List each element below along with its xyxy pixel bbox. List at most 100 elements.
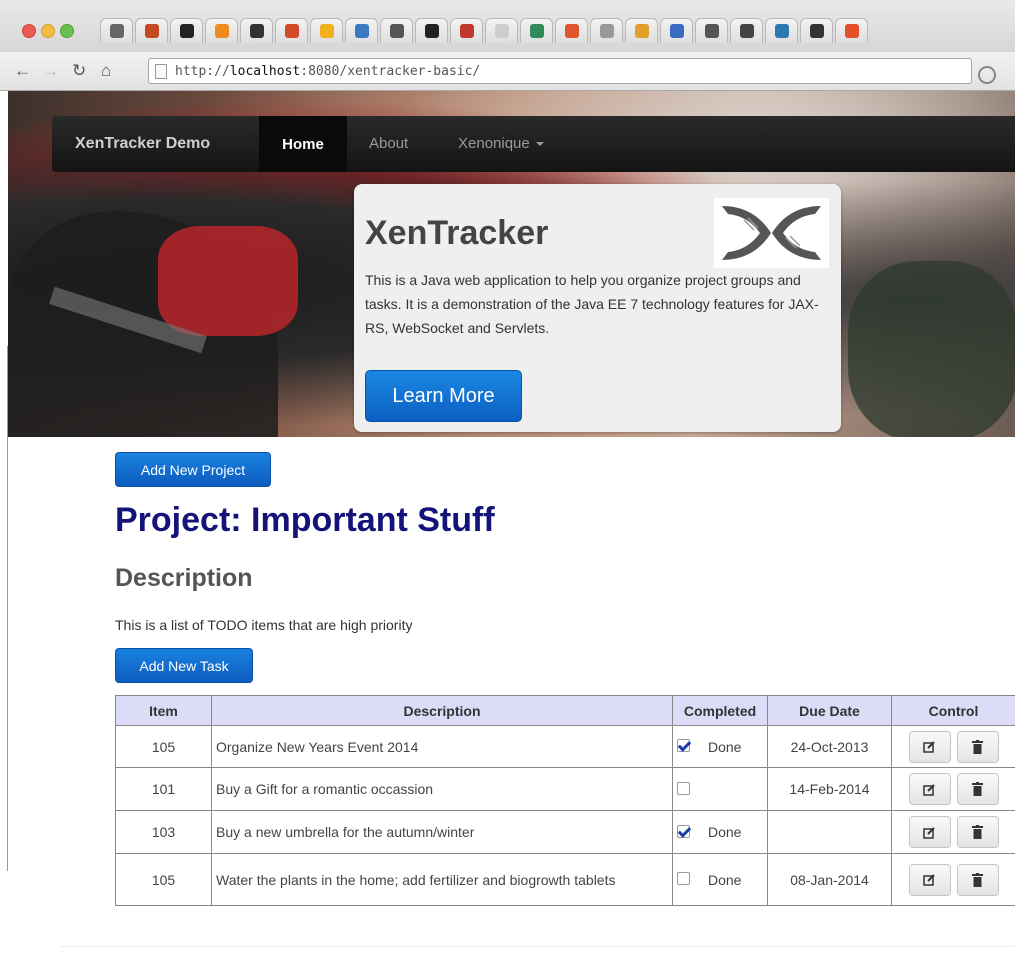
tab-favicon-icon: [634, 24, 649, 38]
edit-icon: [923, 741, 935, 753]
task-item-number: 103: [115, 810, 212, 854]
browser-tab[interactable]: [310, 18, 343, 43]
task-completed-checkbox[interactable]: [677, 872, 690, 886]
tasks-header-row: Item Description Completed Due Date Cont…: [115, 695, 1015, 726]
page-content: XenTracker Demo Home About Xenonique Xen…: [0, 91, 1015, 962]
task-control-cell: [891, 767, 1015, 811]
browser-tab[interactable]: [450, 18, 483, 43]
browser-tab[interactable]: [240, 18, 273, 43]
address-bar[interactable]: http://localhost:8080/xentracker-basic/: [148, 58, 972, 84]
nav-item-xenonique[interactable]: Xenonique: [458, 135, 544, 152]
description-heading: Description: [115, 564, 253, 592]
reload-icon[interactable]: ↻: [72, 61, 86, 81]
tab-favicon-icon: [459, 24, 474, 38]
task-completed-checkbox[interactable]: [677, 824, 690, 838]
task-done-label: Done: [708, 871, 742, 888]
browser-tab[interactable]: [100, 18, 133, 43]
home-icon[interactable]: ⌂: [101, 61, 111, 81]
edit-task-button[interactable]: [908, 730, 951, 763]
task-row: 105 Organize New Years Event 2014 Done 24-O…: [115, 725, 1015, 768]
add-new-task-button[interactable]: Add New Task: [115, 648, 253, 683]
jumbotron-title: XenTracker: [365, 214, 549, 252]
browser-tab[interactable]: [590, 18, 623, 43]
tab-favicon-icon: [354, 24, 369, 38]
header-due-date: Due Date: [767, 695, 892, 726]
tab-favicon-icon: [739, 24, 754, 38]
browser-tab[interactable]: [135, 18, 168, 43]
trash-icon: [972, 739, 983, 754]
extension-icon[interactable]: [978, 66, 996, 84]
browser-tab[interactable]: [695, 18, 728, 43]
close-window-button[interactable]: [22, 24, 36, 38]
top-navbar: XenTracker Demo Home About Xenonique: [52, 116, 1015, 172]
delete-task-button[interactable]: [956, 863, 999, 896]
minimize-window-button[interactable]: [41, 24, 55, 38]
browser-toolbar: ← → ↻ ⌂ http://localhost:8080/xentracker…: [0, 52, 1015, 91]
tasks-body: 105 Organize New Years Event 2014 Done 24-O…: [115, 725, 1015, 906]
nav-item-about[interactable]: About: [369, 135, 408, 152]
tab-favicon-icon: [669, 24, 684, 38]
task-due-date: 24-Oct-2013: [767, 725, 892, 768]
browser-tab[interactable]: [275, 18, 308, 43]
browser-tab[interactable]: [520, 18, 553, 43]
browser-tab[interactable]: [765, 18, 798, 43]
tab-favicon-icon: [599, 24, 614, 38]
browser-tab[interactable]: [555, 18, 588, 43]
learn-more-button[interactable]: Learn More: [365, 370, 522, 422]
edit-icon: [923, 874, 935, 886]
task-row: 103 Buy a new umbrella for the autumn/win…: [115, 810, 1015, 854]
trash-icon: [972, 872, 983, 887]
browser-tab[interactable]: [485, 18, 518, 43]
task-completed-cell: Done: [672, 853, 768, 906]
browser-tab[interactable]: [380, 18, 413, 43]
browser-tab[interactable]: [625, 18, 658, 43]
back-arrow-icon[interactable]: ←: [14, 61, 31, 81]
add-new-project-button[interactable]: Add New Project: [115, 452, 271, 487]
delete-task-button[interactable]: [956, 730, 999, 763]
tab-favicon-icon: [774, 24, 789, 38]
page-left-border: [7, 346, 8, 871]
task-completed-checkbox[interactable]: [677, 739, 690, 753]
task-done-label: Done: [708, 738, 742, 755]
navbar-brand[interactable]: XenTracker Demo: [75, 135, 210, 153]
url-host: localhost: [229, 63, 301, 79]
task-completed-checkbox[interactable]: [677, 781, 690, 795]
caret-down-icon: [535, 142, 544, 147]
browser-tab[interactable]: [660, 18, 693, 43]
task-row: 101 Buy a Gift for a romantic occassion 14…: [115, 767, 1015, 811]
forward-arrow-icon[interactable]: →: [42, 61, 59, 81]
task-due-date: 08-Jan-2014: [767, 853, 892, 906]
task-description: Buy a new umbrella for the autumn/winter: [211, 810, 673, 854]
browser-tab[interactable]: [205, 18, 238, 43]
tab-favicon-icon: [284, 24, 299, 38]
task-completed-cell: [672, 767, 768, 811]
delete-task-button[interactable]: [956, 816, 999, 848]
edit-task-button[interactable]: [908, 863, 951, 896]
tab-favicon-icon: [564, 24, 579, 38]
zoom-window-button[interactable]: [60, 24, 74, 38]
task-control-cell: [891, 725, 1015, 768]
task-row: 105 Water the plants in the home; add fer…: [115, 853, 1015, 906]
browser-tab[interactable]: [170, 18, 203, 43]
edit-task-button[interactable]: [908, 816, 951, 848]
browser-tab[interactable]: [415, 18, 448, 43]
header-description: Description: [211, 695, 673, 726]
task-description: Water the plants in the home; add fertil…: [211, 853, 673, 906]
nav-item-home[interactable]: Home: [259, 116, 347, 172]
browser-tab[interactable]: [730, 18, 763, 43]
tab-favicon-icon: [144, 24, 159, 38]
delete-task-button[interactable]: [956, 773, 999, 805]
tab-favicon-icon: [529, 24, 544, 38]
task-due-date: 14-Feb-2014: [767, 767, 892, 811]
browser-tab[interactable]: [835, 18, 868, 43]
task-completed-cell: Done: [672, 725, 768, 768]
browser-tab[interactable]: [345, 18, 378, 43]
project-description: This is a list of TODO items that are hi…: [115, 617, 413, 633]
browser-tab[interactable]: [800, 18, 833, 43]
tab-favicon-icon: [844, 24, 859, 38]
edit-task-button[interactable]: [908, 773, 951, 805]
task-description: Organize New Years Event 2014: [211, 725, 673, 768]
jumbotron: XenTracker This is a Java web applicatio…: [354, 184, 841, 432]
task-control-cell: [891, 810, 1015, 854]
url-prefix: http://: [175, 63, 230, 79]
